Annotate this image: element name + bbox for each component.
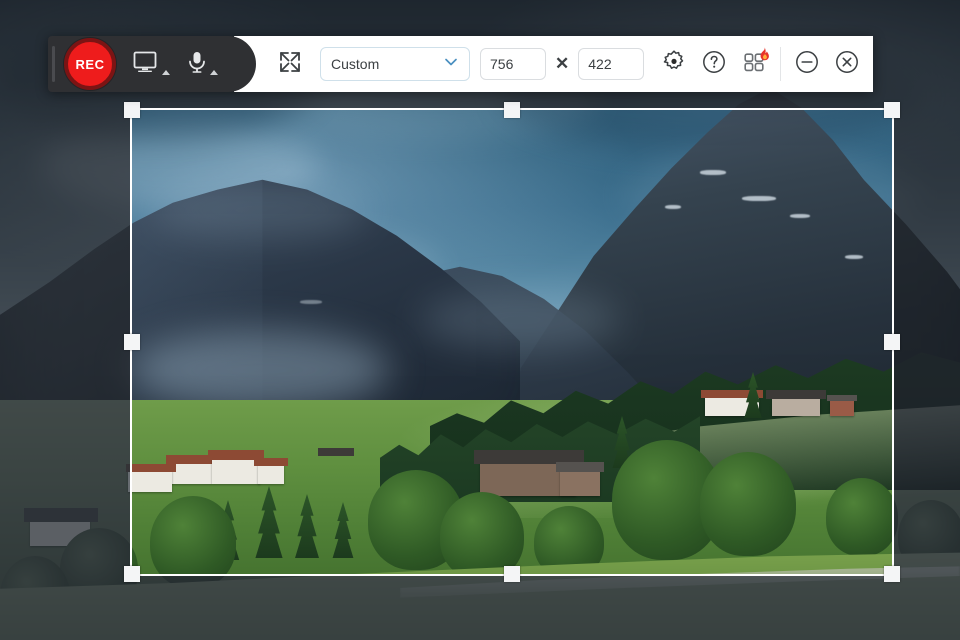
building <box>830 400 854 416</box>
close-circle-icon <box>834 49 860 80</box>
roof <box>766 390 826 399</box>
tree <box>150 496 236 588</box>
tree <box>826 478 898 556</box>
roof <box>254 458 288 466</box>
screen-source-button[interactable] <box>124 44 178 85</box>
microphone-source-button[interactable] <box>178 44 226 85</box>
record-button[interactable]: REC <box>64 38 116 90</box>
chevron-down-icon <box>443 54 459 75</box>
roof <box>827 395 857 401</box>
snow-patch <box>790 214 810 218</box>
toolbar-dark-section: REC <box>48 36 256 92</box>
toolbar-separator <box>780 47 782 81</box>
roof <box>318 448 354 456</box>
desktop-screen: REC Custom 756 ✕ 422 <box>0 0 960 640</box>
tree <box>700 452 796 556</box>
record-button-label: REC <box>75 56 105 72</box>
flame-icon <box>758 47 771 67</box>
recorder-toolbar: REC Custom 756 ✕ 422 <box>48 36 874 92</box>
snow-patch <box>665 205 681 209</box>
snow-patch <box>300 300 322 304</box>
fullscreen-button[interactable] <box>270 44 310 84</box>
minimize-button[interactable] <box>787 44 827 84</box>
settings-button[interactable] <box>654 44 694 84</box>
gear-icon <box>661 49 687 80</box>
help-button[interactable] <box>694 44 734 84</box>
building <box>772 398 820 416</box>
caret-down-icon <box>162 69 170 75</box>
snow-patch <box>742 196 776 201</box>
snow-patch <box>700 170 726 175</box>
dim-overlay-left <box>0 108 130 576</box>
building <box>258 464 284 484</box>
monitor-icon <box>132 50 160 79</box>
apps-button[interactable] <box>734 44 774 84</box>
question-circle-icon <box>701 49 727 80</box>
mist <box>130 330 390 410</box>
roof <box>126 464 176 472</box>
snow-patch <box>845 255 863 259</box>
building <box>128 470 172 492</box>
minimize-circle-icon <box>794 49 820 80</box>
dimension-separator-icon: ✕ <box>555 54 570 73</box>
close-button[interactable] <box>827 44 867 84</box>
size-preset-dropdown[interactable]: Custom <box>320 47 470 81</box>
building <box>170 462 212 484</box>
mist <box>150 180 370 240</box>
microphone-icon <box>186 50 208 79</box>
expand-arrows-icon <box>277 49 303 80</box>
building <box>212 458 260 484</box>
caret-down-icon <box>210 69 218 75</box>
dim-overlay-bottom <box>0 576 960 640</box>
mist <box>420 290 620 350</box>
capture-height-input[interactable] <box>578 48 645 80</box>
size-preset-value: Custom <box>331 56 380 72</box>
dim-overlay-right <box>894 108 960 576</box>
building <box>560 470 600 496</box>
tree <box>440 492 524 580</box>
toolbar-light-section: Custom ✕ <box>234 36 874 92</box>
capture-width-input[interactable] <box>480 48 546 80</box>
roof <box>556 462 604 472</box>
